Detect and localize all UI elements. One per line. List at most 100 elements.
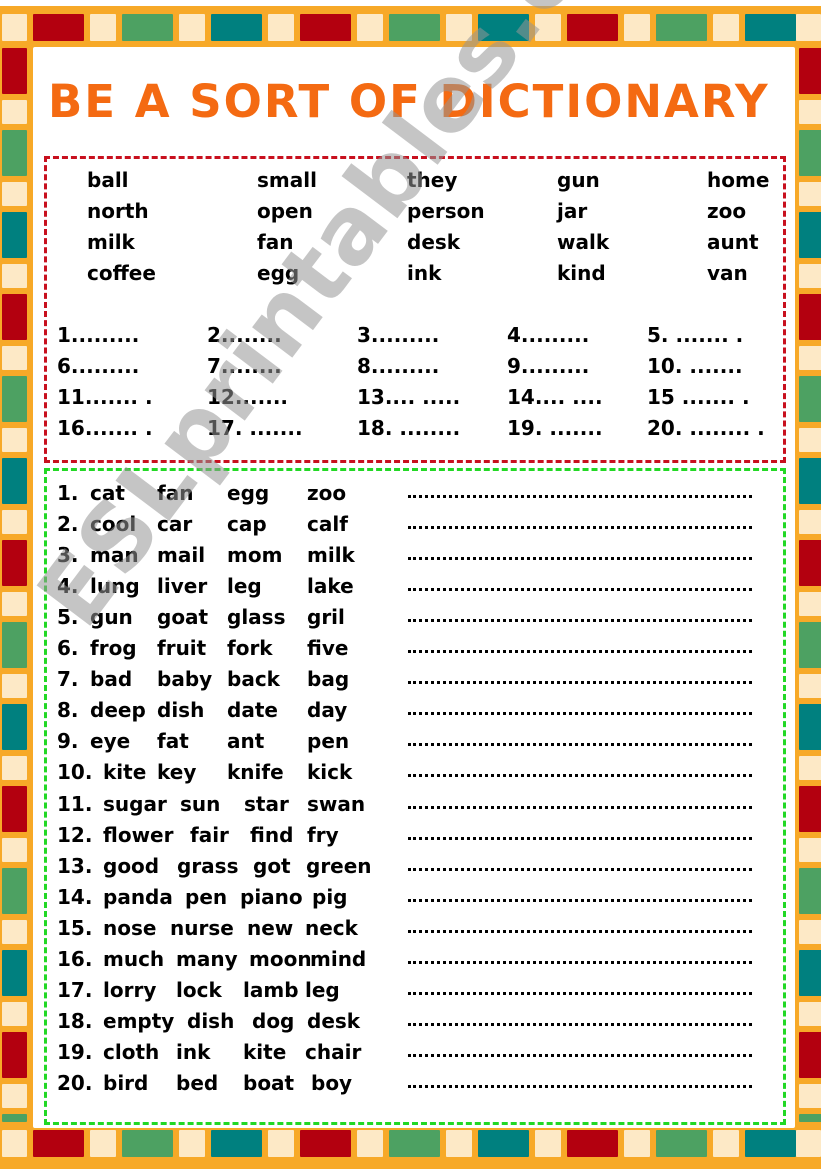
row-word: calf: [307, 512, 348, 537]
answer-line[interactable]: [408, 1084, 752, 1088]
answer-line[interactable]: [408, 774, 752, 778]
answer-slot[interactable]: 11....... .: [57, 385, 153, 409]
word-bank-word: van: [707, 261, 748, 285]
answer-slot[interactable]: 13.... .....: [357, 385, 460, 409]
bottom-border-tile: [535, 1130, 561, 1157]
answer-line[interactable]: [408, 557, 752, 561]
word-bank-word: they: [407, 168, 458, 192]
answer-line[interactable]: [408, 1022, 752, 1026]
row-number: 2.: [57, 512, 79, 537]
word-bank-word: jar: [557, 199, 588, 223]
right-border-tile: [799, 182, 821, 206]
answer-line[interactable]: [408, 743, 752, 747]
answer-slot[interactable]: 2........: [207, 323, 282, 347]
top-border-tile: [796, 14, 821, 41]
answer-slot[interactable]: 7........: [207, 354, 282, 378]
left-border-tile: [2, 294, 27, 340]
answer-line[interactable]: [408, 619, 752, 623]
answer-slot[interactable]: 3.........: [357, 323, 439, 347]
answer-line[interactable]: [408, 712, 752, 716]
row-number: 10.: [57, 760, 93, 785]
top-border-tile: [122, 14, 173, 41]
answer-slot[interactable]: 19. .......: [507, 416, 603, 440]
row-word: dish: [157, 698, 205, 723]
answer-line[interactable]: [408, 650, 752, 654]
bottom-border-tile: [713, 1130, 739, 1157]
answer-slot[interactable]: 8.........: [357, 354, 439, 378]
answer-slot[interactable]: 5. ....... .: [647, 323, 743, 347]
answer-line[interactable]: [408, 526, 752, 530]
row-word: chair: [305, 1039, 362, 1064]
row-word: milk: [307, 543, 355, 568]
row-word: pen: [185, 884, 228, 909]
row-number: 7.: [57, 667, 79, 692]
row-word: good: [103, 853, 160, 878]
answer-slot[interactable]: 9.........: [507, 354, 589, 378]
left-border-tile: [2, 212, 27, 258]
row-word: flower: [103, 822, 174, 847]
answer-slot[interactable]: 10. .......: [647, 354, 743, 378]
row-word: bag: [307, 667, 350, 692]
answer-slot[interactable]: 1.........: [57, 323, 139, 347]
bottom-border-tile: [268, 1130, 294, 1157]
row-word: find: [250, 822, 294, 847]
row-number: 20.: [57, 1070, 93, 1095]
row-word: five: [307, 636, 349, 661]
top-border-tile: [211, 14, 262, 41]
top-border-tile: [535, 14, 561, 41]
answer-slot[interactable]: 14.... ....: [507, 385, 603, 409]
row-word: key: [157, 760, 197, 785]
row-word: grass: [177, 853, 239, 878]
answer-slot[interactable]: 16....... .: [57, 416, 153, 440]
word-bank-word: small: [257, 168, 317, 192]
left-border-tile: [2, 346, 27, 370]
answer-line[interactable]: [408, 836, 752, 840]
top-border-tile: [300, 14, 351, 41]
answer-slot[interactable]: 4.........: [507, 323, 589, 347]
answer-line[interactable]: [408, 991, 752, 995]
top-border-tile: [2, 14, 27, 41]
row-word: got: [253, 853, 291, 878]
answer-line[interactable]: [408, 929, 752, 933]
answer-line[interactable]: [408, 805, 752, 809]
row-word: cool: [90, 512, 137, 537]
answer-slot[interactable]: 18. ........: [357, 416, 460, 440]
bottom-border-tile: [2, 1130, 27, 1157]
top-border-tile: [656, 14, 707, 41]
right-border-tile: [799, 786, 821, 832]
right-border-tile: [799, 704, 821, 750]
row-word: lake: [307, 574, 354, 599]
row-word: cap: [227, 512, 267, 537]
right-border-tile: [799, 346, 821, 370]
top-border-tile: [33, 14, 84, 41]
left-border-tile: [2, 1002, 27, 1026]
answer-slot[interactable]: 15 ....... .: [647, 385, 750, 409]
answer-line[interactable]: [408, 867, 752, 871]
bottom-border-tile: [656, 1130, 707, 1157]
row-word: fat: [157, 729, 189, 754]
answer-line[interactable]: [408, 960, 752, 964]
answer-slot[interactable]: 17. .......: [207, 416, 303, 440]
answer-line[interactable]: [408, 681, 752, 685]
answer-slot[interactable]: 20. ........ .: [647, 416, 765, 440]
answer-line[interactable]: [408, 495, 752, 498]
right-border-tile: [799, 294, 821, 340]
row-word: gril: [307, 605, 345, 630]
answer-line[interactable]: [408, 588, 752, 592]
top-border-tile: [567, 14, 618, 41]
top-border-tile: [745, 14, 796, 41]
left-border-tile: [2, 48, 27, 94]
row-word: man: [90, 543, 139, 568]
answer-slot[interactable]: 12.......: [207, 385, 288, 409]
answer-line[interactable]: [408, 1053, 752, 1057]
answer-line[interactable]: [408, 898, 752, 902]
row-word: ink: [176, 1039, 211, 1064]
right-border-tile: [799, 376, 821, 422]
row-word: kick: [307, 760, 353, 785]
right-border-tile: [799, 920, 821, 944]
row-number: 3.: [57, 543, 79, 568]
word-bank-word: zoo: [707, 199, 747, 223]
row-word: frog: [90, 636, 137, 661]
top-border-tile: [179, 14, 205, 41]
answer-slot[interactable]: 6.........: [57, 354, 139, 378]
